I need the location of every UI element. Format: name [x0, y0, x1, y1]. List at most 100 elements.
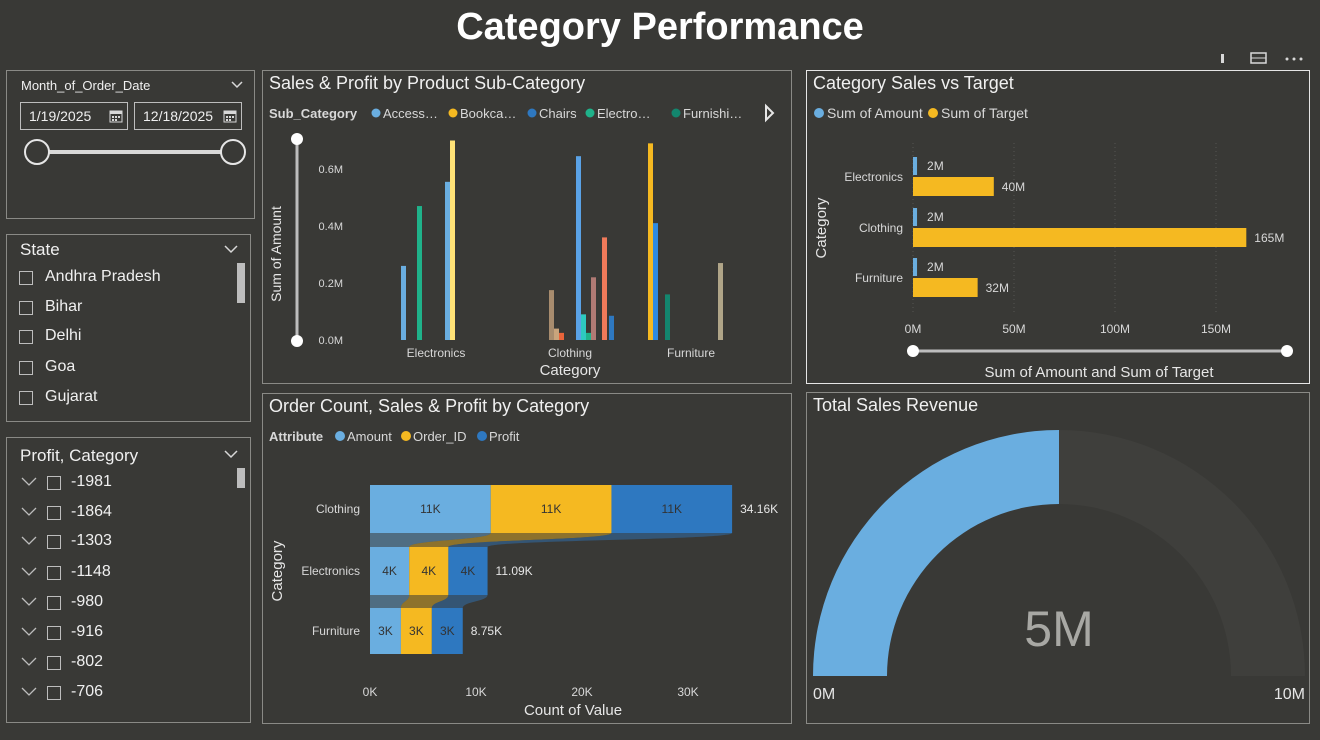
- legend-title: Attribute: [269, 429, 323, 444]
- checkbox[interactable]: [19, 391, 33, 405]
- bar: [913, 208, 918, 226]
- profit-slicer-label: Profit, Category: [20, 446, 139, 465]
- start-date-input[interactable]: 1/19/2025: [20, 102, 128, 130]
- expand-chevron-icon[interactable]: [21, 627, 37, 637]
- expand-chevron-icon[interactable]: [21, 507, 37, 517]
- legend-item: Bookca…: [460, 106, 516, 121]
- checkbox[interactable]: [19, 271, 33, 285]
- end-date-input[interactable]: 12/18/2025: [134, 102, 242, 130]
- end-date-value: 12/18/2025: [143, 108, 214, 124]
- legend-title: Sub_Category: [269, 106, 358, 121]
- checkbox[interactable]: [47, 476, 61, 490]
- bar: [913, 278, 978, 297]
- zoom-slider-handle[interactable]: [291, 335, 303, 347]
- state-slicer: State Andhra Pradesh Bihar Delhi Goa Guj…: [6, 234, 251, 422]
- y-tick-label: 0.4M: [319, 221, 343, 233]
- data-label: 2M: [927, 210, 944, 224]
- data-label: 40M: [1002, 180, 1025, 194]
- y-axis-label: Category: [813, 197, 830, 258]
- bar: [913, 177, 994, 196]
- bar: [665, 294, 670, 340]
- data-label: 2M: [927, 159, 944, 173]
- page-title: Category Performance: [456, 6, 864, 48]
- chevron-down-icon[interactable]: [223, 244, 239, 256]
- zoom-slider-handle[interactable]: [907, 345, 919, 357]
- bar: [648, 143, 653, 340]
- date-range-slider[interactable]: [21, 137, 249, 167]
- x-tick-label: 150M: [1201, 322, 1231, 336]
- y-tick-label: Clothing: [859, 221, 903, 235]
- profit-category-slicer: Profit, Category -1981 -1864 -1303 -1148 -98…: [6, 437, 251, 723]
- slider-end-handle[interactable]: [220, 139, 246, 165]
- y-tick-label: Furniture: [312, 624, 360, 638]
- scrollbar[interactable]: [237, 263, 245, 303]
- scrollbar[interactable]: [237, 468, 245, 488]
- data-label: 3K: [409, 624, 424, 638]
- expand-chevron-icon[interactable]: [21, 477, 37, 487]
- checkbox[interactable]: [47, 566, 61, 580]
- checkbox[interactable]: [47, 506, 61, 520]
- legend-item: Sum of Amount: [827, 105, 923, 121]
- x-tick-label: Electronics: [407, 346, 466, 360]
- calendar-icon[interactable]: [223, 109, 237, 123]
- data-label: 11K: [541, 502, 561, 516]
- expand-chevron-icon[interactable]: [21, 597, 37, 607]
- sales-target-chart-panel: Category Sales vs Target Sum of Amount Su…: [806, 70, 1310, 384]
- legend-item: Profit: [489, 429, 520, 444]
- bar: [549, 290, 554, 340]
- zoom-slider-handle[interactable]: [291, 133, 303, 145]
- legend-marker: [335, 431, 345, 441]
- checkbox[interactable]: [47, 626, 61, 640]
- legend-item: Electro…: [597, 106, 650, 121]
- checkbox[interactable]: [19, 301, 33, 315]
- checkbox[interactable]: [47, 656, 61, 670]
- bar: [653, 223, 658, 340]
- legend-next-icon[interactable]: [765, 103, 775, 123]
- chevron-down-icon[interactable]: [229, 79, 245, 91]
- legend-marker: [814, 108, 824, 118]
- x-axis-label: Count of Value: [524, 702, 622, 719]
- bar: [417, 206, 422, 340]
- expand-chevron-icon[interactable]: [21, 567, 37, 577]
- y-axis-label: Sum of Amount: [268, 206, 284, 302]
- more-options-icon[interactable]: [1284, 52, 1306, 66]
- x-tick-label: Furniture: [667, 346, 715, 360]
- bar: [913, 228, 1247, 247]
- bar: [602, 237, 607, 340]
- legend-item: Chairs: [539, 106, 577, 121]
- y-tick-label: 0.2M: [319, 278, 343, 290]
- data-label: 4K: [461, 564, 476, 578]
- bar: [576, 156, 581, 340]
- filter-icon[interactable]: [1218, 52, 1228, 67]
- legend-item: Sum of Target: [941, 105, 1028, 121]
- legend-item: Amount: [347, 429, 392, 444]
- bar: [913, 157, 918, 175]
- y-tick-label: 0.6M: [319, 164, 343, 176]
- bar: [718, 263, 723, 340]
- legend-item: Access…: [383, 106, 438, 121]
- x-tick-label: 100M: [1100, 322, 1130, 336]
- slider-start-handle[interactable]: [24, 139, 50, 165]
- calendar-icon[interactable]: [109, 109, 123, 123]
- legend-marker: [671, 108, 681, 118]
- data-label: 2M: [927, 260, 944, 274]
- expand-chevron-icon[interactable]: [21, 536, 37, 546]
- focus-mode-icon[interactable]: [1250, 52, 1268, 67]
- checkbox[interactable]: [19, 361, 33, 375]
- x-tick-label: 20K: [571, 685, 592, 699]
- expand-chevron-icon[interactable]: [21, 657, 37, 667]
- chevron-down-icon[interactable]: [223, 449, 239, 461]
- expand-chevron-icon[interactable]: [21, 687, 37, 697]
- bar: [591, 277, 596, 340]
- data-label: 32M: [986, 281, 1009, 295]
- subcategory-chart: Sub_Category Access… Bookca… Chairs Electro……: [268, 103, 775, 379]
- checkbox[interactable]: [19, 330, 33, 344]
- bar: [401, 265, 406, 340]
- checkbox[interactable]: [47, 535, 61, 549]
- zoom-slider-handle[interactable]: [1281, 345, 1293, 357]
- checkbox[interactable]: [47, 686, 61, 700]
- subcategory-chart-panel: Sales & Profit by Product Sub-Category S…: [262, 70, 792, 384]
- checkbox[interactable]: [47, 596, 61, 610]
- gauge-fill: [813, 430, 1059, 676]
- gauge-track: [1059, 430, 1305, 676]
